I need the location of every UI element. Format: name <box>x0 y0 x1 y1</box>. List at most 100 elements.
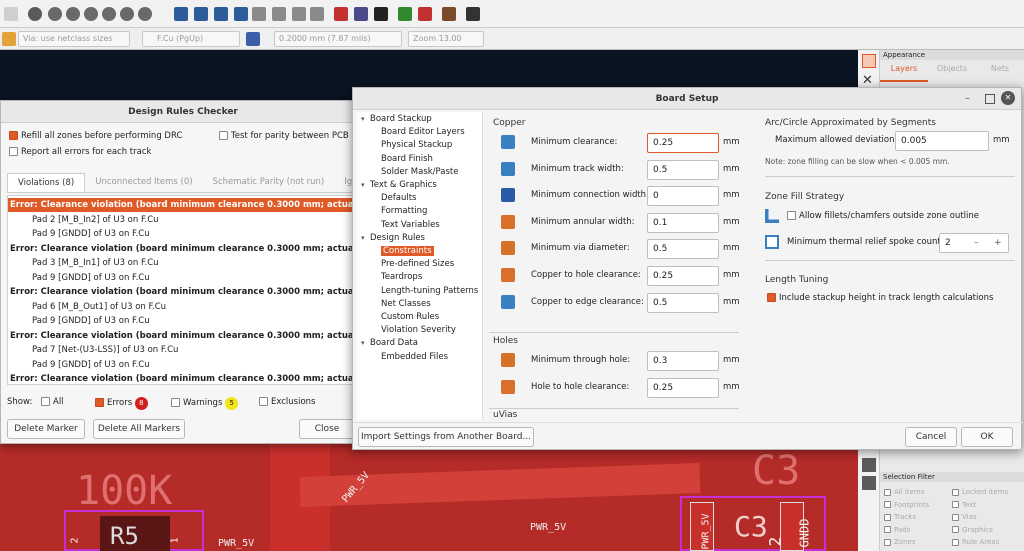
unlock-icon[interactable] <box>310 7 324 21</box>
rotate-ccw-icon[interactable] <box>174 7 188 21</box>
violation-error-row[interactable]: Error: Clearance violation (board minimu… <box>10 372 356 384</box>
tree-item[interactable]: Net Classes <box>381 299 431 309</box>
refill-zones-checkbox[interactable]: Refill all zones before performing DRC <box>9 131 182 141</box>
include-stackup-checkbox[interactable]: Include stackup height in track length c… <box>767 293 993 303</box>
allow-fillets-checkbox[interactable]: Allow fillets/chamfers outside zone outl… <box>787 211 979 221</box>
violation-item-row[interactable]: Pad 2 [M_B_In2] of U3 on F.Cu <box>32 213 356 227</box>
zoom-fit-icon[interactable] <box>84 7 98 21</box>
violation-item-row[interactable]: Pad 9 [GNDD] of U3 on F.Cu <box>32 227 356 241</box>
max-deviation-input[interactable]: 0.005 <box>895 131 989 151</box>
constraint-input[interactable]: 0.5 <box>647 159 719 180</box>
tab-objects[interactable]: Objects <box>928 64 976 82</box>
violation-error-row[interactable]: Error: Clearance violation (board minimu… <box>10 285 356 299</box>
track-width-icon[interactable] <box>2 32 16 46</box>
board-check-icon[interactable] <box>418 7 432 21</box>
zoom-selection-icon[interactable] <box>120 7 134 21</box>
tree-item[interactable]: Length-tuning Patterns <box>381 286 478 296</box>
expand-icon[interactable]: ▾ <box>361 115 370 123</box>
filter-footprints[interactable]: Footprints <box>884 499 954 512</box>
tab-violations[interactable]: Violations (8) <box>7 173 86 192</box>
import-settings-button[interactable]: Import Settings from Another Board... <box>358 427 534 447</box>
constraint-input[interactable]: 0.5 <box>647 292 719 313</box>
rotate-cw-icon[interactable] <box>194 7 208 21</box>
tab-unconnected[interactable]: Unconnected Items (0) <box>85 173 202 192</box>
tree-item[interactable]: Custom Rules <box>381 312 439 322</box>
filter-errors-checkbox[interactable]: Errors 8 <box>95 397 148 410</box>
zoom-objects-icon[interactable] <box>102 7 116 21</box>
edit-tool-icon[interactable] <box>862 476 876 490</box>
terminal-icon[interactable] <box>466 7 480 21</box>
constraint-input[interactable]: 0 <box>647 186 719 207</box>
tree-item[interactable]: Pre-defined Sizes <box>381 259 454 269</box>
filter-all-checkbox[interactable]: All <box>41 397 64 407</box>
filter-all-items[interactable]: All items <box>884 486 954 499</box>
tree-item[interactable]: Constraints <box>381 246 434 256</box>
tree-item[interactable]: Formatting <box>381 206 427 216</box>
tree-item[interactable]: Physical Stackup <box>381 140 452 150</box>
group-icon[interactable] <box>252 7 266 21</box>
lock-icon[interactable] <box>292 7 306 21</box>
constraint-input[interactable]: 0.5 <box>647 239 719 260</box>
violation-item-row[interactable]: Pad 3 [M_B_In1] of U3 on F.Cu <box>32 256 356 270</box>
filter-graphics[interactable]: Graphics <box>952 524 1022 537</box>
delete-marker-button[interactable]: Delete Marker <box>7 419 85 439</box>
grid-icon[interactable] <box>862 458 876 472</box>
filter-locked-items[interactable]: Locked items <box>952 486 1022 499</box>
tab-layers[interactable]: Layers <box>880 64 928 82</box>
filter-tracks[interactable]: Tracks <box>884 511 954 524</box>
tree-item[interactable]: Solder Mask/Paste <box>381 167 458 177</box>
close-icon[interactable]: ✕ <box>1001 91 1015 105</box>
violation-item-row[interactable]: Pad 9 [GNDD] of U3 on F.Cu <box>32 314 356 328</box>
close-button[interactable]: Close <box>299 419 355 439</box>
constraint-input[interactable]: 0.1 <box>647 212 719 233</box>
filter-text[interactable]: Text <box>952 499 1022 512</box>
footprint-editor-icon[interactable] <box>398 7 412 21</box>
tree-item[interactable]: Text Variables <box>381 220 440 230</box>
violation-item-row[interactable]: Pad 6 [M_B_Out1] of U3 on F.Cu <box>32 300 356 314</box>
filter-pads[interactable]: Pads <box>884 524 954 537</box>
zoom-select[interactable]: Zoom 13.00 <box>408 31 484 47</box>
delete-all-markers-button[interactable]: Delete All Markers <box>93 419 185 439</box>
tree-item[interactable]: ▾ Design Rules <box>361 233 425 243</box>
constraint-input[interactable]: 0.25 <box>647 266 719 286</box>
expand-icon[interactable]: ▾ <box>361 339 370 347</box>
violation-item-row[interactable]: Pad 9 [GNDD] of U3 on F.Cu <box>32 271 356 285</box>
minimize-icon[interactable]: – <box>965 93 970 104</box>
tree-item[interactable]: ▾ Board Stackup <box>361 114 432 124</box>
constraint-input[interactable]: 0.25 <box>647 377 719 398</box>
settings-tree[interactable]: ▾ Board Stackup Board Editor Layers Physica… <box>357 112 483 420</box>
tree-item[interactable]: Embedded Files <box>381 352 448 362</box>
tree-item[interactable]: Defaults <box>381 193 417 203</box>
filter-exclusions-checkbox[interactable]: Exclusions <box>259 397 315 407</box>
tab-nets[interactable]: Nets <box>976 64 1024 82</box>
via-size-select[interactable]: Via: use netclass sizes <box>18 31 130 47</box>
zoom-refresh-icon[interactable] <box>28 7 42 21</box>
violation-item-row[interactable]: Pad 7 [Net-(U3-LSS)] of U3 on F.Cu <box>32 343 356 357</box>
violation-error-row[interactable]: Error: Clearance violation (board minimu… <box>8 198 356 212</box>
tree-item[interactable]: Teardrops <box>381 272 422 282</box>
maximize-icon[interactable] <box>985 94 995 104</box>
tree-item[interactable]: ▾ Text & Graphics <box>361 180 437 190</box>
expand-icon[interactable]: ▾ <box>361 234 370 242</box>
constraint-input[interactable]: 0.3 <box>647 351 719 371</box>
tree-item[interactable]: Violation Severity <box>381 325 456 335</box>
ok-button[interactable]: OK <box>961 427 1013 447</box>
constraint-input[interactable]: 0.25 <box>647 133 719 153</box>
tree-item[interactable]: Board Finish <box>381 154 433 164</box>
redo-icon[interactable] <box>4 7 18 21</box>
violation-error-row[interactable]: Error: Clearance violation (board minimu… <box>10 329 356 343</box>
ungroup-icon[interactable] <box>272 7 286 21</box>
track-width-select[interactable]: 0.2000 mm (7.87 mils) <box>274 31 402 47</box>
mirror-icon[interactable] <box>234 7 248 21</box>
violation-item-row[interactable]: Pad 9 [GNDD] of U3 on F.Cu <box>32 358 356 372</box>
filter-rule-areas[interactable]: Rule Areas <box>952 536 1022 549</box>
spoke-count-stepper[interactable]: 2– + <box>939 233 1009 253</box>
board-setup-icon[interactable] <box>442 7 456 21</box>
cancel-button[interactable]: Cancel <box>905 427 957 447</box>
drc-icon[interactable] <box>334 7 348 21</box>
expand-icon[interactable]: ▾ <box>361 181 370 189</box>
zoom-tool-icon[interactable] <box>138 7 152 21</box>
filter-vias[interactable]: Vias <box>952 511 1022 524</box>
select-tool-icon[interactable] <box>862 54 876 68</box>
tab-parity[interactable]: Schematic Parity (not run) <box>203 173 335 192</box>
